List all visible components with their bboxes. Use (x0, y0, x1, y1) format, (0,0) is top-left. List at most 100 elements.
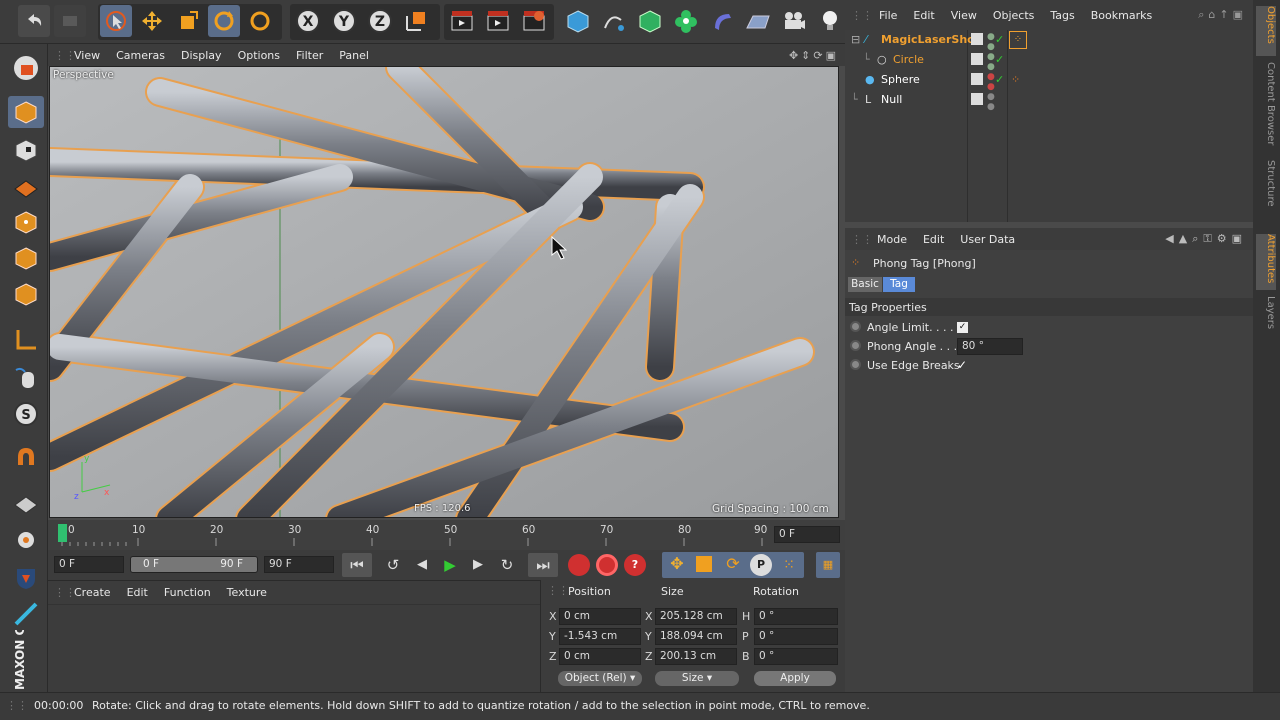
animate-radio-icon[interactable] (850, 359, 861, 370)
edit-visibility-icon[interactable] (971, 73, 983, 85)
edges-mode-button[interactable] (8, 242, 44, 274)
spline-pen-button[interactable] (598, 5, 630, 37)
edit-visibility-icon[interactable] (971, 33, 983, 45)
enabled-check-icon[interactable]: ✓ (995, 50, 1004, 70)
phong-angle-field[interactable]: 80 ° (957, 338, 1023, 355)
start-frame-field[interactable]: 0 F (54, 556, 124, 573)
move-button[interactable] (136, 5, 168, 37)
object-name[interactable]: MagicLaserShot (881, 30, 980, 50)
texture-mode-button[interactable] (8, 134, 44, 166)
rotate-button[interactable] (208, 5, 240, 37)
floor-button[interactable] (742, 5, 774, 37)
object-name[interactable]: Circle (893, 50, 924, 70)
phong-tag-icon[interactable]: ⁘ (1011, 70, 1020, 90)
laser-tool-button[interactable] (8, 598, 44, 630)
menu-cameras[interactable]: Cameras (108, 49, 173, 62)
workplane-button[interactable] (8, 170, 44, 202)
cube-object-button[interactable] (562, 5, 594, 37)
camera-button[interactable] (778, 5, 810, 37)
size-z-field[interactable]: 200.13 cm (655, 648, 737, 665)
cloner-button[interactable] (670, 5, 702, 37)
object-name[interactable]: Sphere (881, 70, 920, 90)
current-frame-field[interactable]: 0 F (774, 526, 840, 543)
play-button[interactable]: ▶ (438, 553, 462, 577)
menu-function[interactable]: Function (156, 586, 219, 599)
rot-b-field[interactable]: 0 ° (754, 648, 838, 665)
list-item[interactable]: ⊟ ⁄ MagicLaserShot ● ● ✓ ⁘ (845, 30, 1253, 52)
film-strip-button[interactable]: ▦ (816, 552, 840, 578)
enabled-check-icon[interactable]: ✓ (995, 30, 1004, 50)
next-key-button[interactable]: ↻ (494, 553, 520, 577)
size-mode-dropdown[interactable]: Size ▾ (655, 671, 739, 686)
attr-nav-icons[interactable]: ◀▲⌕⚿⚙▣ (1165, 232, 1247, 246)
coord-mode-dropdown[interactable]: Object (Rel) ▾ (558, 671, 642, 686)
next-frame-button[interactable]: ▶ (466, 553, 490, 577)
timeline-ruler[interactable]: 0 10 20 30 40 50 60 70 80 90 0 F (48, 520, 845, 550)
points-mode-button[interactable] (8, 206, 44, 238)
x-axis-button[interactable]: X (292, 5, 324, 37)
enabled-check-icon[interactable]: ✓ (995, 70, 1004, 90)
tab-tag[interactable]: Tag (883, 277, 915, 292)
menu-objects[interactable]: Objects (985, 9, 1043, 22)
recent-tools-button[interactable] (244, 5, 276, 37)
menu-view[interactable]: View (66, 49, 108, 62)
render-settings-button[interactable] (518, 5, 550, 37)
menu-file[interactable]: File (871, 9, 905, 22)
object-name[interactable]: Null (881, 90, 902, 110)
deformer-button[interactable] (706, 5, 738, 37)
pos-x-field[interactable]: 0 cm (559, 608, 641, 625)
menu-bookmarks[interactable]: Bookmarks (1083, 9, 1160, 22)
tab-content-browser[interactable]: Content Browser (1256, 62, 1276, 152)
pos-y-field[interactable]: -1.543 cm (559, 628, 641, 645)
visibility-dots-icon[interactable]: ● ● (987, 72, 995, 92)
visibility-dots-icon[interactable]: ● ● (987, 52, 995, 72)
tab-objects[interactable]: Objects (1256, 6, 1276, 56)
list-item[interactable]: └ ○ Circle ● ● ✓ (845, 50, 1253, 72)
menu-filter[interactable]: Filter (288, 49, 331, 62)
menu-texture[interactable]: Texture (219, 586, 275, 599)
y-axis-button[interactable]: Y (328, 5, 360, 37)
rot-h-field[interactable]: 0 ° (754, 608, 838, 625)
menu-mode[interactable]: Mode (869, 233, 915, 246)
visibility-dots-icon[interactable]: ● ● (987, 32, 995, 52)
light-button[interactable] (814, 5, 846, 37)
pos-z-field[interactable]: 0 cm (559, 648, 641, 665)
tab-attributes[interactable]: Attributes (1256, 234, 1276, 290)
size-x-field[interactable]: 205.128 cm (655, 608, 737, 625)
frame-range-slider[interactable]: 0 F 90 F (130, 556, 258, 573)
z-axis-button[interactable]: Z (364, 5, 396, 37)
rot-p-field[interactable]: 0 ° (754, 628, 838, 645)
phong-tag-icon[interactable]: ⁘ (1009, 31, 1027, 49)
snapping-button[interactable]: S (8, 398, 44, 430)
make-editable-button[interactable] (8, 52, 44, 84)
key-parameter-button[interactable]: P (750, 554, 772, 576)
animate-radio-icon[interactable] (850, 340, 861, 351)
angle-limit-checkbox[interactable]: ✓ (957, 322, 968, 333)
undo-button[interactable] (18, 5, 50, 37)
3d-viewport[interactable]: y x z Perspective FPS : 120.6 Grid Spaci… (49, 66, 839, 518)
list-item[interactable]: └ L Null ● ● (845, 90, 1253, 112)
render-view-button[interactable] (446, 5, 478, 37)
use-edge-breaks-checkbox[interactable]: ✓ (957, 358, 967, 372)
tweak-mode-button[interactable] (8, 362, 44, 394)
keyframe-selection-button[interactable]: ? (624, 554, 646, 576)
key-rotation-button[interactable]: ⟳ (722, 554, 744, 576)
redo-button[interactable] (54, 5, 86, 37)
polygons-mode-button[interactable] (8, 278, 44, 310)
uv-grid-button[interactable] (8, 488, 44, 520)
subdivision-surface-button[interactable] (634, 5, 666, 37)
coordinate-system-button[interactable] (400, 5, 432, 37)
menu-panel[interactable]: Panel (331, 49, 377, 62)
menu-edit[interactable]: Edit (905, 9, 942, 22)
prev-key-button[interactable]: ↺ (380, 553, 406, 577)
magnet-button[interactable] (8, 442, 44, 474)
edit-visibility-icon[interactable] (971, 93, 983, 105)
size-y-field[interactable]: 188.094 cm (655, 628, 737, 645)
menu-options[interactable]: Options (230, 49, 288, 62)
edit-visibility-icon[interactable] (971, 53, 983, 65)
record-button[interactable] (568, 554, 590, 576)
menu-edit[interactable]: Edit (119, 586, 156, 599)
end-frame-field[interactable]: 90 F (264, 556, 334, 573)
prev-frame-button[interactable]: ◀ (410, 553, 434, 577)
tab-basic[interactable]: Basic (848, 277, 882, 292)
